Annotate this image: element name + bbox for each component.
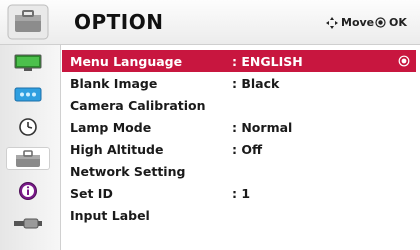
ok-hint: OK <box>375 16 407 29</box>
menu-item-lamp-mode[interactable]: Lamp Mode : Normal <box>62 116 416 138</box>
option-menu: Menu Language : ENGLISH Blank Image : Bl… <box>62 50 416 226</box>
menu-item-label: High Altitude <box>70 141 164 157</box>
menu-item-value: : Black <box>232 75 280 91</box>
menu-item-camera-calibration[interactable]: Camera Calibration <box>62 94 416 116</box>
menu-item-blank-image[interactable]: Blank Image : Black <box>62 72 416 94</box>
menu-item-label: Menu Language <box>70 53 183 69</box>
sidebar-item-time[interactable] <box>6 115 50 138</box>
sidebar-item-picture[interactable] <box>6 51 50 74</box>
osd-window: OPTION Move OK Menu Language: ENGLISH B… <box>0 0 420 250</box>
info-icon <box>19 181 37 200</box>
menu-item-label: Blank Image <box>70 75 158 91</box>
input-cable-icon <box>14 218 42 228</box>
sidebar-item-info[interactable] <box>6 179 50 202</box>
menu-item-value: : 1 <box>232 185 251 201</box>
ok-button-icon <box>375 17 386 28</box>
audio-icon <box>14 87 42 101</box>
menu-item-value: : Normal <box>232 119 293 135</box>
clock-icon <box>19 117 37 136</box>
page-title: OPTION <box>74 10 164 34</box>
menu-item-label: Lamp Mode <box>70 119 152 135</box>
menu-item-menu-language[interactable]: Menu Language : ENGLISH <box>62 50 416 72</box>
option-briefcase-icon <box>7 4 49 40</box>
ok-label: OK <box>389 16 407 29</box>
sidebar-item-input[interactable] <box>6 211 50 234</box>
sidebar-item-option[interactable] <box>6 147 50 170</box>
menu-item-label: Input Label <box>70 207 150 223</box>
menu-item-value: : ENGLISH <box>232 53 303 69</box>
option-icon <box>16 149 40 167</box>
menu-item-input-label[interactable]: Input Label <box>62 204 416 226</box>
menu-item-label: Network Setting <box>70 163 186 179</box>
category-sidebar <box>0 45 61 250</box>
menu-item-network-setting[interactable]: Network Setting <box>62 160 416 182</box>
move-label: Move <box>341 16 375 29</box>
header-bar: OPTION Move OK <box>0 0 420 45</box>
sidebar-item-audio[interactable] <box>6 83 50 106</box>
move-hint: Move <box>326 16 374 29</box>
menu-item-label: Camera Calibration <box>70 97 206 113</box>
menu-item-label: Set ID <box>70 185 113 201</box>
menu-item-high-altitude[interactable]: High Altitude : Off <box>62 138 416 160</box>
menu-item-value: : Off <box>232 141 263 157</box>
move-arrows-icon <box>326 16 338 29</box>
ok-radio-icon <box>398 55 410 67</box>
menu-item-set-id[interactable]: Set ID : 1 <box>62 182 416 204</box>
picture-icon <box>14 54 42 71</box>
